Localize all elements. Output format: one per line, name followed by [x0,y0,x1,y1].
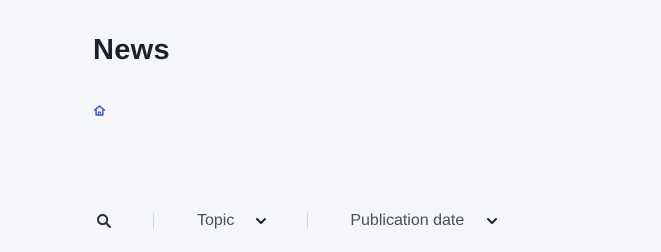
search-icon [97,214,111,228]
publication-date-dropdown-label: Publication date [350,212,465,229]
breadcrumb-home-link[interactable] [91,102,107,118]
chevron-down-icon [485,214,499,228]
filter-divider [153,213,154,229]
news-page: { "page": { "title": "News" }, "breadcru… [0,0,661,252]
publication-date-dropdown[interactable]: Publication date [350,212,499,230]
breadcrumb [91,102,107,118]
page-title: News [93,34,170,66]
chevron-down-icon [254,214,268,228]
topic-dropdown[interactable]: Topic [197,212,268,230]
home-icon [93,104,105,116]
filter-bar: Topic Publication date [95,207,499,235]
topic-dropdown-label: Topic [197,212,235,229]
search-button[interactable] [95,212,113,230]
filter-divider [307,213,309,229]
